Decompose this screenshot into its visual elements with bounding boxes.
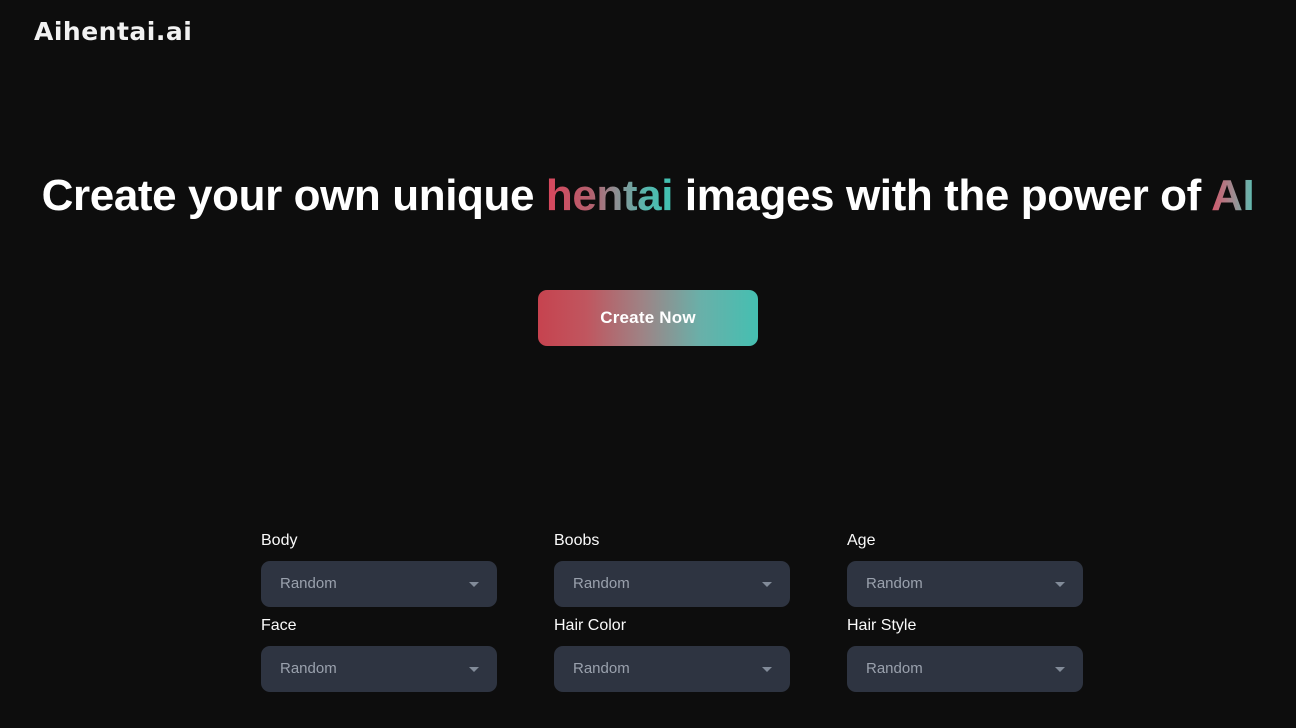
page-title: Create your own unique hentai images wit…: [0, 168, 1296, 224]
select-face-value: Random: [280, 660, 337, 677]
select-hair-color-value: Random: [573, 660, 630, 677]
select-hair-style-value: Random: [866, 660, 923, 677]
field-face: Face Random: [261, 607, 497, 692]
chevron-down-icon: [762, 582, 772, 587]
cta-section: Create Now: [0, 290, 1296, 346]
headline-highlight-ai: AI: [1211, 171, 1255, 220]
site-logo[interactable]: Aihentai.ai: [34, 17, 192, 46]
field-label-hair-color: Hair Color: [554, 617, 627, 634]
create-now-button[interactable]: Create Now: [538, 290, 758, 346]
field-age: Age Random: [847, 530, 1083, 607]
character-options-grid: Body Random Boobs Random Age Random Face…: [261, 530, 1083, 692]
select-boobs-value: Random: [573, 575, 630, 592]
field-label-face: Face: [261, 617, 297, 634]
field-label-boobs: Boobs: [554, 532, 600, 549]
field-hair-style: Hair Style Random: [847, 607, 1083, 692]
chevron-down-icon: [469, 582, 479, 587]
field-label-hair-style: Hair Style: [847, 617, 917, 634]
chevron-down-icon: [469, 667, 479, 672]
select-age-value: Random: [866, 575, 923, 592]
select-hair-style[interactable]: Random: [847, 646, 1083, 692]
select-body[interactable]: Random: [261, 561, 497, 607]
field-label-age: Age: [847, 532, 876, 549]
select-boobs[interactable]: Random: [554, 561, 790, 607]
select-age[interactable]: Random: [847, 561, 1083, 607]
chevron-down-icon: [1055, 667, 1065, 672]
headline-text-middle: images with the power of: [673, 171, 1212, 220]
chevron-down-icon: [762, 667, 772, 672]
select-body-value: Random: [280, 575, 337, 592]
select-hair-color[interactable]: Random: [554, 646, 790, 692]
field-label-body: Body: [261, 532, 298, 549]
hero-section: Create your own unique hentai images wit…: [0, 168, 1296, 224]
select-face[interactable]: Random: [261, 646, 497, 692]
headline-highlight-hentai: hentai: [545, 171, 674, 220]
field-boobs: Boobs Random: [554, 530, 790, 607]
field-body: Body Random: [261, 530, 497, 607]
field-hair-color: Hair Color Random: [554, 607, 790, 692]
chevron-down-icon: [1055, 582, 1065, 587]
headline-text-leading: Create your own unique: [41, 171, 546, 220]
